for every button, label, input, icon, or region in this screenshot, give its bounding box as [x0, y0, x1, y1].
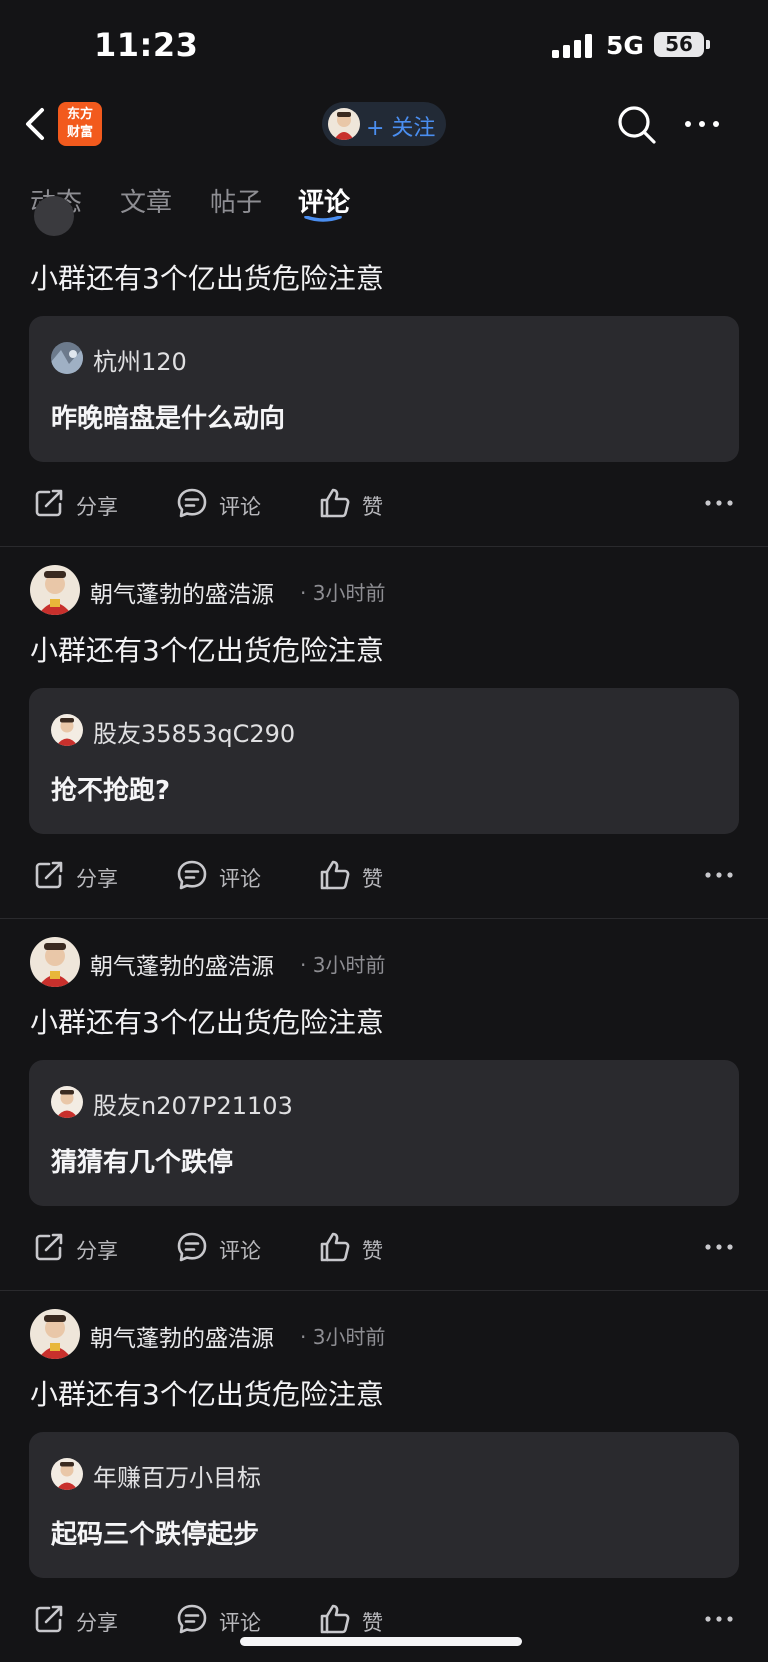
- quote-user[interactable]: 年赚百万小目标: [93, 1458, 261, 1493]
- action-bar: 分享 评论 赞: [0, 1578, 768, 1662]
- share-icon: [35, 1605, 63, 1633]
- search-icon[interactable]: [616, 104, 658, 146]
- quote-text: 昨晚暗盘是什么动向: [51, 404, 286, 434]
- home-indicator[interactable]: [240, 1637, 522, 1646]
- quoted-comment[interactable]: 股友35853qC290 抢不抢跑?: [29, 688, 739, 834]
- more-icon[interactable]: [682, 114, 722, 134]
- action-bar: 分享 评论 赞: [0, 462, 768, 546]
- back-icon[interactable]: [22, 104, 52, 144]
- avatar[interactable]: [30, 937, 80, 987]
- post-time: · 3小时前: [300, 1325, 386, 1349]
- tab-articles[interactable]: 文章: [120, 182, 172, 219]
- tab-bar: 动态 文章 帖子 评论: [0, 160, 768, 222]
- quote-user[interactable]: 股友n207P21103: [93, 1086, 293, 1121]
- share-icon: [35, 1233, 63, 1261]
- author-name[interactable]: 朝气蓬勃的盛浩源: [90, 575, 274, 609]
- follow-label: + 关注: [366, 116, 436, 141]
- avatar[interactable]: [30, 1309, 80, 1359]
- quote-user[interactable]: 股友35853qC290: [93, 714, 295, 749]
- battery-icon: 56: [654, 32, 710, 57]
- thumbs-up-icon: [320, 1232, 350, 1262]
- share-icon: [35, 489, 63, 517]
- tab-comments[interactable]: 评论: [298, 182, 350, 219]
- action-bar: 分享 评论 赞: [0, 834, 768, 918]
- comment-icon: [177, 1604, 207, 1634]
- quote-text: 抢不抢跑?: [51, 776, 171, 806]
- more-icon[interactable]: [704, 498, 734, 508]
- thumbs-up-icon: [320, 860, 350, 890]
- author-name[interactable]: 朝气蓬勃的盛浩源: [90, 1319, 274, 1353]
- quote-user[interactable]: 杭州120: [93, 342, 187, 377]
- comment-icon: [177, 860, 207, 890]
- quote-text: 猜猜有几个跌停: [51, 1148, 234, 1178]
- list-item: 朝气蓬勃的盛浩源 · 3小时前 小群还有3个亿出货危险注意 股友n207P211…: [0, 919, 768, 1291]
- avatar: [51, 1086, 83, 1118]
- thumbs-up-icon: [320, 1604, 350, 1634]
- post-header: 朝气蓬勃的盛浩源 · 3小时前: [0, 557, 768, 617]
- status-bar: 11:23 5G 56: [0, 0, 768, 90]
- signal-icon: [552, 34, 592, 58]
- post-header: 朝气蓬勃的盛浩源 · 3小时前: [0, 929, 768, 989]
- comment-icon: [177, 1232, 207, 1262]
- action-bar: 分享 评论 赞: [0, 1206, 768, 1290]
- avatar[interactable]: [30, 565, 80, 615]
- network-label: 5G: [606, 31, 644, 60]
- thumbs-up-icon: [320, 488, 350, 518]
- quoted-comment[interactable]: 杭州120 昨晚暗盘是什么动向: [29, 316, 739, 462]
- app-logo: 东方 财富: [58, 102, 102, 146]
- avatar: [328, 108, 360, 140]
- tab-posts[interactable]: 帖子: [210, 182, 262, 219]
- post-header: 朝气蓬勃的盛浩源 · 3小时前: [0, 1301, 768, 1361]
- post-text: 小群还有3个亿出货危险注意: [30, 634, 384, 667]
- comment-icon: [177, 488, 207, 518]
- follow-button[interactable]: + 关注: [322, 102, 446, 146]
- post-time: · 3小时前: [300, 581, 386, 605]
- post-text: 小群还有3个亿出货危险注意: [30, 1378, 384, 1411]
- more-icon[interactable]: [704, 1242, 734, 1252]
- comment-feed: 小群还有3个亿出货危险注意 杭州120 昨晚暗盘是什么动向 分享 评论 赞 朝气…: [0, 196, 768, 1662]
- avatar: [51, 342, 83, 374]
- list-item: 小群还有3个亿出货危险注意 杭州120 昨晚暗盘是什么动向 分享 评论 赞: [0, 196, 768, 547]
- author-name[interactable]: 朝气蓬勃的盛浩源: [90, 947, 274, 981]
- avatar: [51, 1458, 83, 1490]
- more-icon[interactable]: [704, 1614, 734, 1624]
- quoted-comment[interactable]: 股友n207P21103 猜猜有几个跌停: [29, 1060, 739, 1206]
- more-icon[interactable]: [704, 870, 734, 880]
- status-time: 11:23: [94, 26, 199, 64]
- post-text: 小群还有3个亿出货危险注意: [30, 1006, 384, 1039]
- share-icon: [35, 861, 63, 889]
- post-text: 小群还有3个亿出货危险注意: [30, 262, 384, 295]
- quoted-comment[interactable]: 年赚百万小目标 起码三个跌停起步: [29, 1432, 739, 1578]
- quote-text: 起码三个跌停起步: [51, 1520, 260, 1550]
- avatar: [51, 714, 83, 746]
- post-time: · 3小时前: [300, 953, 386, 977]
- nav-bar: 东方 财富 + 关注: [0, 90, 768, 160]
- list-item: 朝气蓬勃的盛浩源 · 3小时前 小群还有3个亿出货危险注意 股友35853qC2…: [0, 547, 768, 919]
- list-item: 朝气蓬勃的盛浩源 · 3小时前 小群还有3个亿出货危险注意 年赚百万小目标 起码…: [0, 1291, 768, 1662]
